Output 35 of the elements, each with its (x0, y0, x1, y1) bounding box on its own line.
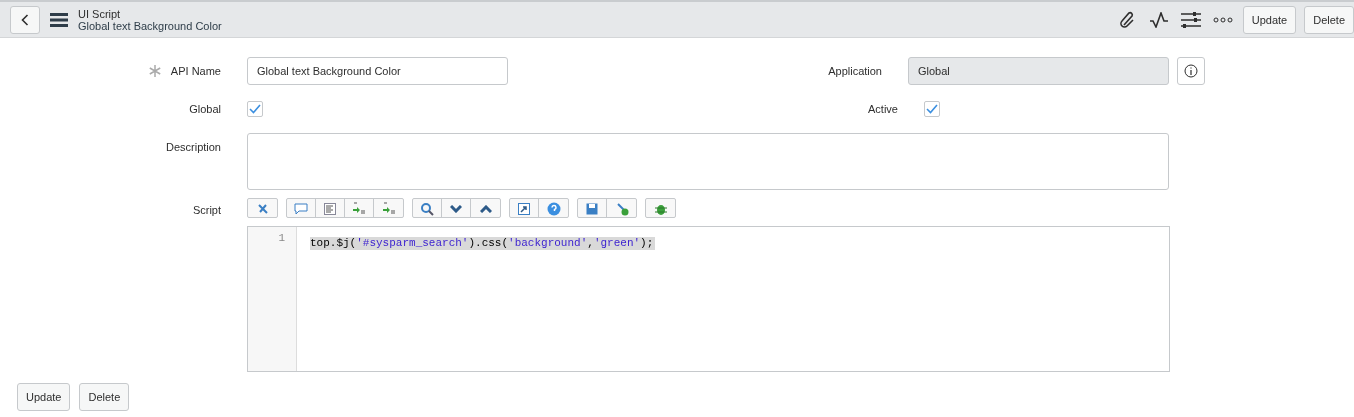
delete-button[interactable]: Delete (1304, 5, 1354, 34)
active-checkbox[interactable] (924, 101, 940, 117)
update-button[interactable]: Update (17, 383, 71, 411)
replace-icon (381, 202, 396, 215)
field-label: Active (868, 103, 898, 115)
menu-icon[interactable] (50, 12, 68, 27)
replace-icon (352, 202, 366, 215)
field-label: Global (189, 103, 221, 115)
more-icon[interactable] (1212, 16, 1233, 23)
sliders-icon[interactable] (1180, 11, 1201, 28)
info-icon (1184, 64, 1198, 78)
chevron-left-icon (21, 13, 29, 26)
field-label: Application (828, 65, 882, 77)
field-label: Description (165, 141, 221, 153)
paperclip-icon[interactable] (1118, 10, 1137, 29)
field-label: Script (192, 204, 221, 216)
chevron-up-icon (479, 204, 492, 213)
back-button[interactable] (10, 5, 40, 34)
expand-arrow-icon (518, 202, 530, 215)
activity-icon[interactable] (1148, 11, 1169, 28)
field-label: API Name (170, 65, 221, 77)
script-editor[interactable]: 1 top.$j('#sysparm_search').css('background','green'); (247, 226, 1170, 372)
text-lines-icon (324, 202, 336, 215)
search-icon (420, 201, 434, 216)
record-type: UI Script (78, 7, 122, 20)
speech-bubble-icon (294, 202, 308, 215)
api-name-field[interactable]: Global text Background Color (247, 57, 508, 85)
description-field[interactable] (247, 133, 1169, 190)
record-title: Global text Background Color (78, 19, 222, 32)
info-button[interactable] (1177, 57, 1205, 85)
global-checkbox[interactable] (247, 101, 263, 117)
chevron-down-icon (450, 204, 462, 213)
update-button[interactable]: Update (1242, 5, 1297, 34)
delete-button[interactable]: Delete (79, 383, 130, 411)
line-number: 1 (277, 232, 286, 245)
